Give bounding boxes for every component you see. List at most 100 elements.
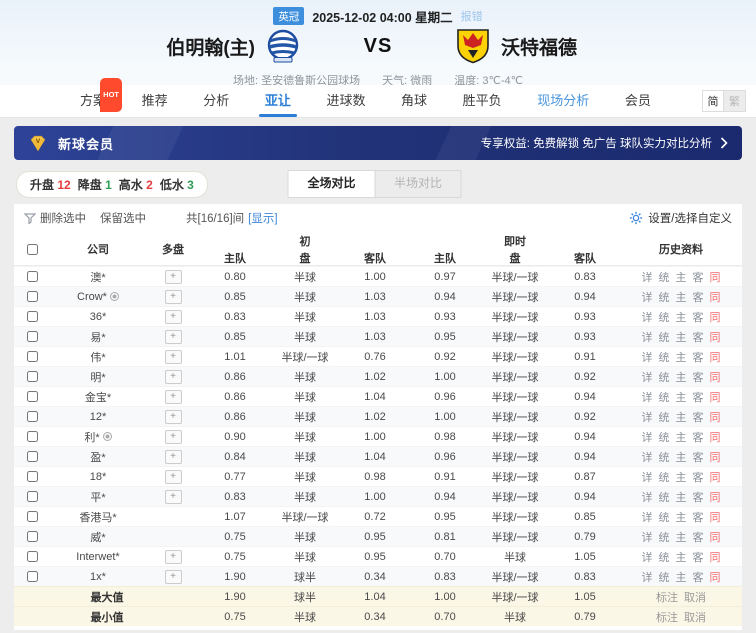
tab-half-match[interactable]: 半场对比 <box>375 171 461 197</box>
home-history-link[interactable]: 主 <box>676 429 687 445</box>
mark-link[interactable]: 标注 <box>656 609 678 625</box>
away-history-link[interactable]: 客 <box>693 469 704 485</box>
same-odds-link[interactable]: 同 <box>710 349 721 365</box>
home-history-link[interactable]: 主 <box>676 409 687 425</box>
settings-custom-button[interactable]: 设置/选择自定义 <box>629 210 732 226</box>
row-checkbox[interactable] <box>27 431 38 442</box>
nav-tab[interactable]: 角球 <box>401 85 427 117</box>
stats-link[interactable]: 统 <box>659 349 670 365</box>
same-odds-link[interactable]: 同 <box>710 269 721 285</box>
stats-link[interactable]: 统 <box>659 409 670 425</box>
row-checkbox[interactable] <box>27 471 38 482</box>
home-history-link[interactable]: 主 <box>676 469 687 485</box>
expand-odds-button[interactable]: + <box>165 390 182 404</box>
same-odds-link[interactable]: 同 <box>710 289 721 305</box>
detail-link[interactable]: 详 <box>642 329 653 345</box>
away-history-link[interactable]: 客 <box>693 349 704 365</box>
detail-link[interactable]: 详 <box>642 449 653 465</box>
expand-odds-button[interactable]: + <box>165 370 182 384</box>
detail-link[interactable]: 详 <box>642 569 653 585</box>
home-history-link[interactable]: 主 <box>676 349 687 365</box>
detail-link[interactable]: 详 <box>642 549 653 565</box>
detail-link[interactable]: 详 <box>642 529 653 545</box>
expand-odds-button[interactable]: + <box>165 290 182 304</box>
same-odds-link[interactable]: 同 <box>710 309 721 325</box>
expand-odds-button[interactable]: + <box>165 450 182 464</box>
nav-tab[interactable]: 分析 <box>203 85 229 117</box>
stats-link[interactable]: 统 <box>659 569 670 585</box>
away-history-link[interactable]: 客 <box>693 329 704 345</box>
select-all-checkbox[interactable] <box>27 244 38 255</box>
mark-link[interactable]: 标注 <box>656 589 678 605</box>
same-odds-link[interactable]: 同 <box>710 329 721 345</box>
same-odds-link[interactable]: 同 <box>710 489 721 505</box>
row-checkbox[interactable] <box>27 351 38 362</box>
row-checkbox[interactable] <box>27 451 38 462</box>
nav-tab[interactable]: 会员 <box>625 85 651 117</box>
expand-odds-button[interactable]: + <box>165 350 182 364</box>
lang-simplified-button[interactable]: 简 <box>702 90 724 112</box>
stats-link[interactable]: 统 <box>659 329 670 345</box>
detail-link[interactable]: 详 <box>642 349 653 365</box>
row-checkbox[interactable] <box>27 291 38 302</box>
detail-link[interactable]: 详 <box>642 389 653 405</box>
same-odds-link[interactable]: 同 <box>710 389 721 405</box>
expand-odds-button[interactable]: + <box>165 470 182 484</box>
stats-link[interactable]: 统 <box>659 489 670 505</box>
row-checkbox[interactable] <box>27 571 38 582</box>
stats-link[interactable]: 统 <box>659 449 670 465</box>
home-history-link[interactable]: 主 <box>676 569 687 585</box>
row-checkbox[interactable] <box>27 491 38 502</box>
away-history-link[interactable]: 客 <box>693 449 704 465</box>
stats-link[interactable]: 统 <box>659 389 670 405</box>
nav-tab[interactable]: 进球数 <box>326 85 365 117</box>
detail-link[interactable]: 详 <box>642 369 653 385</box>
away-history-link[interactable]: 客 <box>693 529 704 545</box>
home-history-link[interactable]: 主 <box>676 369 687 385</box>
home-history-link[interactable]: 主 <box>676 529 687 545</box>
detail-link[interactable]: 详 <box>642 269 653 285</box>
home-history-link[interactable]: 主 <box>676 389 687 405</box>
nav-tab[interactable]: 推荐 <box>142 85 168 117</box>
detail-link[interactable]: 详 <box>642 469 653 485</box>
away-history-link[interactable]: 客 <box>693 389 704 405</box>
detail-link[interactable]: 详 <box>642 429 653 445</box>
tab-full-match[interactable]: 全场对比 <box>289 171 375 197</box>
nav-tab[interactable]: 胜平负 <box>463 85 502 117</box>
home-history-link[interactable]: 主 <box>676 289 687 305</box>
away-history-link[interactable]: 客 <box>693 489 704 505</box>
delete-selected-button[interactable]: 删除选中 <box>24 210 86 226</box>
same-odds-link[interactable]: 同 <box>710 409 721 425</box>
expand-odds-button[interactable]: + <box>165 270 182 284</box>
same-odds-link[interactable]: 同 <box>710 429 721 445</box>
stats-link[interactable]: 统 <box>659 369 670 385</box>
away-history-link[interactable]: 客 <box>693 269 704 285</box>
row-checkbox[interactable] <box>27 371 38 382</box>
away-history-link[interactable]: 客 <box>693 409 704 425</box>
expand-odds-button[interactable]: + <box>165 410 182 424</box>
row-checkbox[interactable] <box>27 311 38 322</box>
expand-odds-button[interactable]: + <box>165 570 182 584</box>
away-history-link[interactable]: 客 <box>693 569 704 585</box>
stats-link[interactable]: 统 <box>659 529 670 545</box>
nav-tab[interactable]: 亚让 <box>265 85 291 117</box>
expand-odds-button[interactable]: + <box>165 430 182 444</box>
same-odds-link[interactable]: 同 <box>710 369 721 385</box>
detail-link[interactable]: 详 <box>642 409 653 425</box>
expand-odds-button[interactable]: + <box>165 310 182 324</box>
same-odds-link[interactable]: 同 <box>710 509 721 525</box>
home-history-link[interactable]: 主 <box>676 509 687 525</box>
row-checkbox[interactable] <box>27 411 38 422</box>
row-checkbox[interactable] <box>27 551 38 562</box>
home-history-link[interactable]: 主 <box>676 549 687 565</box>
same-odds-link[interactable]: 同 <box>710 549 721 565</box>
cancel-link[interactable]: 取消 <box>684 609 706 625</box>
same-odds-link[interactable]: 同 <box>710 449 721 465</box>
home-history-link[interactable]: 主 <box>676 489 687 505</box>
keep-selected-button[interactable]: 保留选中 <box>100 210 146 226</box>
report-error-link[interactable]: 报错 <box>461 8 483 24</box>
stats-link[interactable]: 统 <box>659 509 670 525</box>
stats-link[interactable]: 统 <box>659 429 670 445</box>
home-history-link[interactable]: 主 <box>676 329 687 345</box>
expand-odds-button[interactable]: + <box>165 550 182 564</box>
